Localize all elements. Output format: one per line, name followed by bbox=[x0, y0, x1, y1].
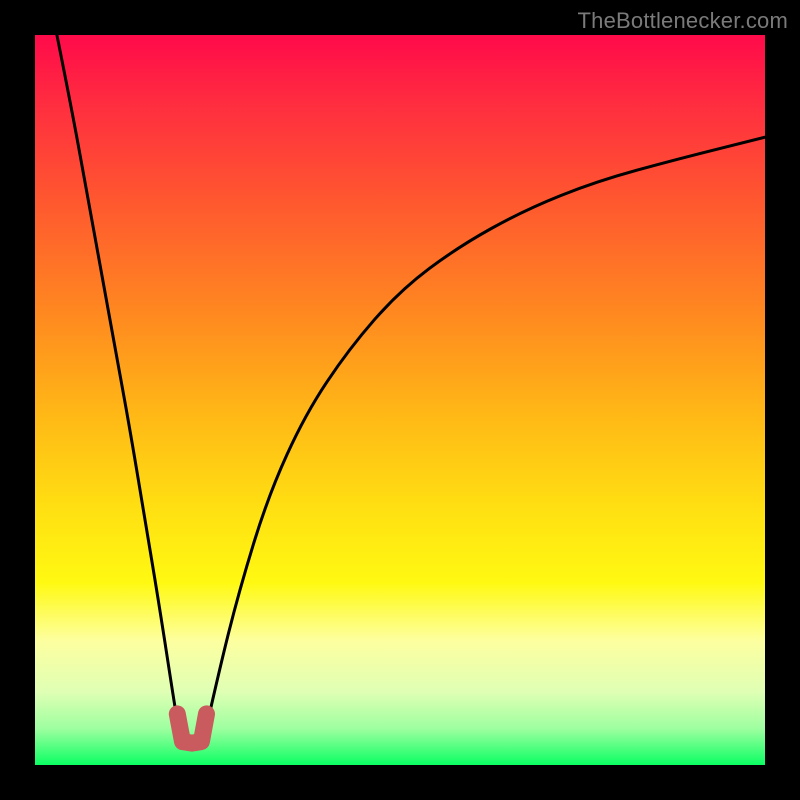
curve-right-branch bbox=[203, 137, 765, 743]
watermark-text: TheBottlenecker.com bbox=[578, 8, 788, 34]
plot-area bbox=[35, 35, 765, 765]
optimum-marker bbox=[177, 714, 206, 743]
bottleneck-curve-svg bbox=[35, 35, 765, 765]
curve-left-branch bbox=[57, 35, 181, 743]
